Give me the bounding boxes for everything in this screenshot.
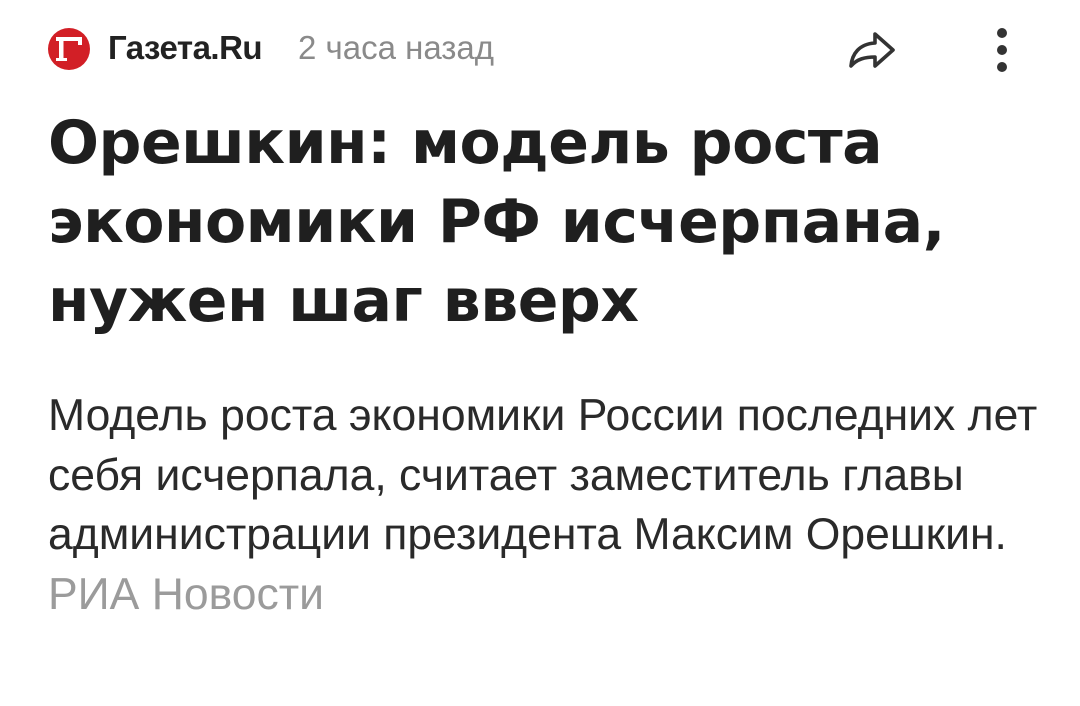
card-header: Газета.Ru 2 часа назад xyxy=(48,22,1032,74)
publish-time: 2 часа назад xyxy=(298,29,495,66)
source-name[interactable]: Газета.Ru xyxy=(108,30,263,66)
more-options-button[interactable] xyxy=(980,22,1024,78)
gazeta-logo-glyph xyxy=(56,37,82,61)
share-arrow-icon xyxy=(849,32,895,68)
more-vertical-icon xyxy=(997,28,1007,72)
article-headline[interactable]: Орешкин: модель роста экономики РФ исчер… xyxy=(48,104,1038,341)
article-summary: Модель роста экономики России последних … xyxy=(48,386,1038,624)
summary-text: Модель роста экономики России последних … xyxy=(48,391,1038,559)
source-logo-icon[interactable] xyxy=(48,28,90,70)
news-card[interactable]: Газета.Ru 2 часа назад Орешкин: модель р… xyxy=(0,0,1080,706)
share-button[interactable] xyxy=(840,22,904,78)
summary-source: РИА Новости xyxy=(48,569,324,619)
